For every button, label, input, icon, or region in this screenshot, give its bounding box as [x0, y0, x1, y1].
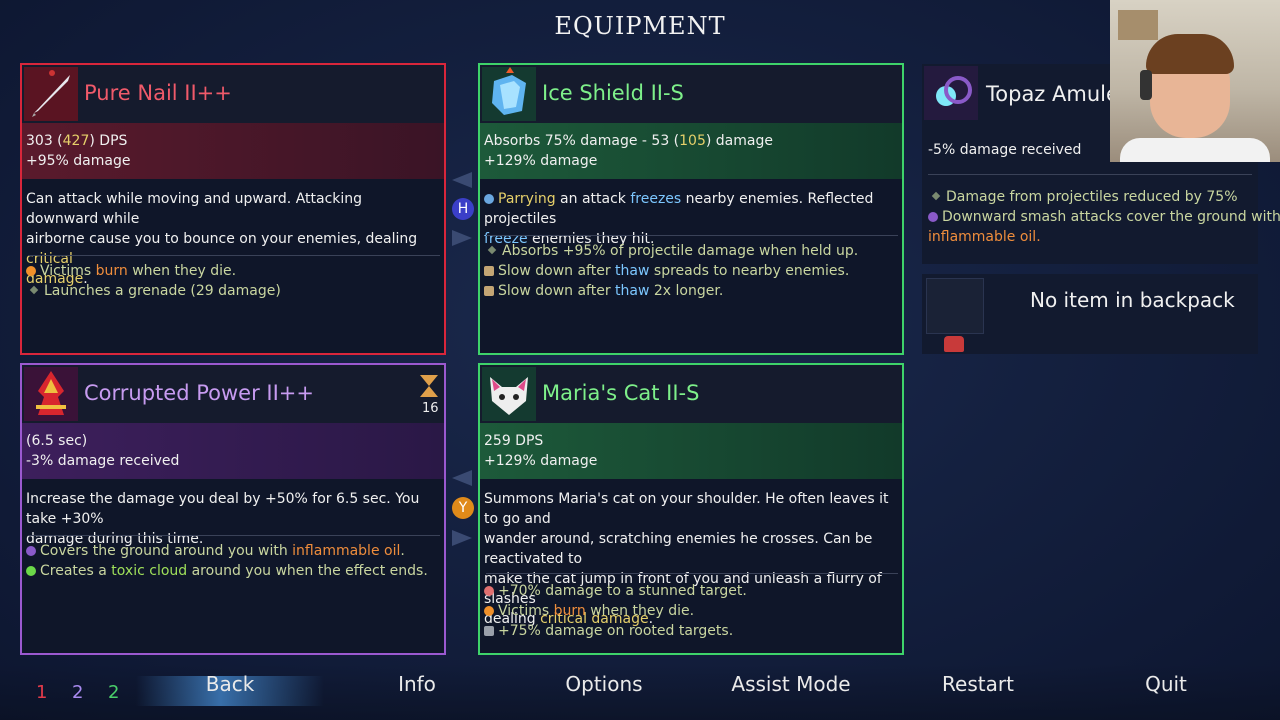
restart-button[interactable]: Restart	[908, 672, 1048, 696]
corrupted-power-icon	[24, 367, 78, 421]
item-name: Corrupted Power II++	[84, 381, 314, 405]
affix-grenade: Launches a grenade (29 damage)	[26, 283, 281, 299]
item-name: Ice Shield II-S	[542, 81, 684, 105]
affix-burn: Victims burn when they die.	[26, 263, 236, 279]
weapon-slot-secondary[interactable]: Ice Shield II-S Absorbs 75% damage - 53 …	[478, 63, 904, 355]
swap-arrow-left-icon	[452, 172, 472, 188]
affix-oil: Covers the ground around you with inflam…	[26, 543, 405, 559]
absorb-stat: Absorbs 75% damage - 53 (105) damage	[484, 133, 773, 149]
swap-arrow-right-icon	[452, 230, 472, 246]
affix-slow-longer: Slow down after thaw 2x longer.	[484, 283, 723, 299]
duration-stat: (6.5 sec)	[26, 433, 88, 449]
stat-tactics: 2	[72, 682, 84, 703]
diamond-icon	[931, 191, 941, 201]
fire-icon	[26, 266, 36, 276]
headset-icon	[1140, 70, 1152, 100]
swap-key-bottom[interactable]: Y	[452, 497, 474, 519]
backpack-slot[interactable]: No item in backpack	[922, 274, 1258, 354]
sword-icon	[24, 67, 78, 121]
item-description: Parrying an attack freezes nearby enemie…	[484, 191, 874, 247]
stun-icon	[484, 586, 494, 596]
streamer-webcam	[1110, 0, 1280, 162]
affix-stun: +70% damage to a stunned target.	[484, 583, 747, 599]
affix-projectile: Absorbs +95% of projectile damage when h…	[484, 243, 858, 259]
root-icon	[484, 626, 494, 636]
damage-bonus: +129% damage	[484, 153, 598, 169]
skill-slot-secondary[interactable]: Maria's Cat II-S 259 DPS +129% damage Su…	[478, 363, 904, 655]
fire-icon	[484, 606, 494, 616]
defense-stat: -5% damage received	[928, 142, 1082, 158]
amulet-icon	[924, 66, 978, 120]
cooldown-count: 16	[422, 401, 439, 416]
damage-bonus: +129% damage	[484, 453, 598, 469]
weapon-slot-primary[interactable]: Pure Nail II++ 303 (427) DPS +95% damage…	[20, 63, 446, 355]
stat-brutality: 1	[36, 682, 48, 703]
assist-mode-button[interactable]: Assist Mode	[721, 672, 861, 696]
streamer-hair	[1146, 34, 1234, 74]
options-button[interactable]: Options	[534, 672, 674, 696]
item-description: Increase the damage you deal by +50% for…	[26, 491, 420, 547]
affix-smash-oil: Downward smash attacks cover the ground …	[928, 209, 1280, 225]
info-button[interactable]: Info	[347, 672, 487, 696]
cooldown-hourglass-icon	[420, 375, 438, 386]
oil-icon	[928, 212, 938, 222]
oil-icon	[26, 546, 36, 556]
empty-backpack-frame	[926, 278, 984, 334]
swap-key-top[interactable]: H	[452, 198, 474, 220]
dps-stat: 303 (427) DPS	[26, 133, 128, 149]
backpack-empty-text: No item in backpack	[1030, 288, 1235, 312]
affix-smash-oil-cont: inflammable oil.	[928, 229, 1041, 245]
cat-icon	[482, 367, 536, 421]
affix-burn: Victims burn when they die.	[484, 603, 694, 619]
diamond-icon	[487, 245, 497, 255]
backpack-icon	[944, 336, 964, 352]
dps-stat: 259 DPS	[484, 433, 544, 449]
defense-stat: -3% damage received	[26, 453, 180, 469]
quit-button[interactable]: Quit	[1096, 672, 1236, 696]
swap-arrow-right-icon	[452, 530, 472, 546]
damage-bonus: +95% damage	[26, 153, 131, 169]
affix-slow-spread: Slow down after thaw spreads to nearby e…	[484, 263, 849, 279]
ice-shield-icon	[482, 67, 536, 121]
skill-slot-primary[interactable]: Corrupted Power II++ 16 (6.5 sec) -3% da…	[20, 363, 446, 655]
diamond-icon	[29, 285, 39, 295]
item-name: Maria's Cat II-S	[542, 381, 700, 405]
streamer-shirt	[1120, 138, 1270, 162]
affix-root: +75% damage on rooted targets.	[484, 623, 733, 639]
stat-survival: 2	[108, 682, 120, 703]
parry-icon	[484, 194, 494, 204]
cooldown-hourglass-icon-bottom	[420, 386, 438, 397]
screen-title: EQUIPMENT	[554, 12, 726, 40]
item-name: Topaz Amulet	[986, 82, 1128, 106]
affix-projectile-reduction: Damage from projectiles reduced by 75%	[928, 189, 1238, 205]
affix-toxic: Creates a toxic cloud around you when th…	[26, 563, 428, 579]
toxic-icon	[26, 566, 36, 576]
shelf-decor	[1118, 10, 1158, 40]
hourglass-icon	[484, 286, 494, 296]
item-name: Pure Nail II++	[84, 81, 232, 105]
back-button[interactable]: Back	[160, 672, 300, 696]
swap-arrow-left-icon	[452, 470, 472, 486]
hourglass-icon	[484, 266, 494, 276]
